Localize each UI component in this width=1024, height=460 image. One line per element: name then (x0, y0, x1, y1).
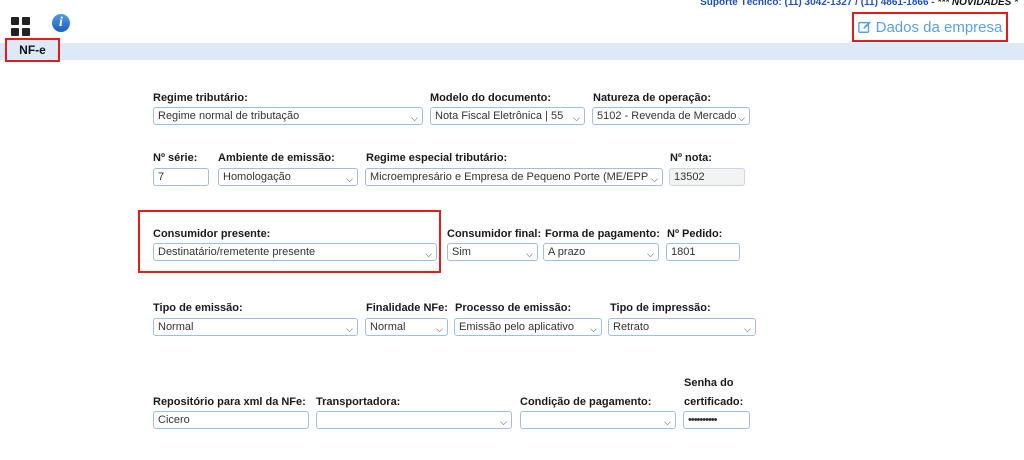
finalidade-select[interactable]: Normal ⌵ (365, 318, 448, 336)
modelo-select[interactable]: Nota Fiscal Eletrônica | 55 ⌵ (430, 107, 585, 125)
impressao-label: Tipo de impressão: (610, 302, 711, 314)
chevron-down-icon: ⌵ (744, 324, 751, 334)
especial-select[interactable]: Microempresário e Empresa de Pequeno Por… (365, 168, 663, 186)
dados-empresa-label: Dados da empresa (875, 18, 1003, 36)
consumidor-value: Destinatário/remetente presente (158, 246, 316, 258)
chevron-down-icon: ⌵ (411, 113, 418, 123)
header-bar (0, 43, 1024, 60)
forma-select[interactable]: A prazo ⌵ (543, 243, 659, 261)
support-contact: Suporte Técnico: (11) 3042-1327 / (11) 4… (700, 0, 1018, 8)
regime-label: Regime tributário: (153, 92, 248, 104)
final-select[interactable]: Sim ⌵ (447, 243, 538, 261)
especial-label: Regime especial tributário: (366, 152, 508, 164)
tipo-label: Tipo de emissão: (153, 302, 243, 314)
final-value: Sim (452, 246, 471, 258)
chevron-down-icon: ⌵ (346, 174, 353, 184)
final-label: Consumidor final: (447, 228, 542, 240)
modelo-label: Modelo do documento: (430, 92, 551, 104)
processo-label: Processo de emissão: (455, 302, 572, 314)
info-icon[interactable]: i (52, 14, 70, 32)
chevron-down-icon: ⌵ (500, 417, 507, 427)
natureza-select[interactable]: 5102 - Revenda de Mercado ⌵ (592, 107, 750, 125)
consumidor-label: Consumidor presente: (153, 228, 271, 240)
novidades-link[interactable]: *** NOVIDADES * (937, 0, 1018, 8)
forma-value: A prazo (548, 246, 586, 258)
finalidade-label: Finalidade NFe: (366, 302, 448, 314)
chevron-down-icon: ⌵ (573, 113, 580, 123)
repo-label: Repositório para xml da NFe: (153, 396, 306, 408)
transp-label: Transportadora: (316, 396, 401, 408)
impressao-select[interactable]: Retrato ⌵ (608, 318, 756, 336)
serie-label: Nº série: (153, 152, 198, 164)
ambiente-label: Ambiente de emissão: (218, 152, 335, 164)
consumidor-highlight (138, 210, 441, 273)
tab-nfe[interactable]: NF-e (5, 38, 60, 62)
chevron-down-icon: ⌵ (664, 417, 671, 427)
pedido-label: Nº Pedido: (667, 228, 723, 240)
tipo-select[interactable]: Normal ⌵ (153, 318, 358, 336)
tipo-value: Normal (158, 321, 194, 333)
finalidade-value: Normal (370, 321, 406, 333)
modelo-value: Nota Fiscal Eletrônica | 55 (435, 110, 564, 122)
nota-input[interactable]: 13502 (669, 168, 745, 186)
pedido-input[interactable]: 1801 (666, 243, 740, 261)
senha-label-line1: Senha do (684, 377, 734, 389)
cond-select[interactable]: ⌵ (520, 411, 676, 429)
senha-input[interactable]: •••••••••• (683, 411, 750, 429)
ambiente-select[interactable]: Homologação ⌵ (218, 168, 358, 186)
chevron-down-icon: ⌵ (526, 249, 533, 259)
consumidor-select[interactable]: Destinatário/remetente presente ⌵ (153, 243, 437, 261)
transp-select[interactable]: ⌵ (316, 411, 512, 429)
processo-select[interactable]: Emissão pelo aplicativo ⌵ (454, 318, 602, 336)
chevron-down-icon: ⌵ (651, 174, 658, 184)
cond-label: Condição de pagamento: (520, 396, 652, 408)
chevron-down-icon: ⌵ (436, 324, 443, 334)
chevron-down-icon: ⌵ (647, 249, 654, 259)
especial-value: Microempresário e Empresa de Pequeno Por… (370, 171, 649, 183)
ambiente-value: Homologação (223, 171, 291, 183)
natureza-label: Natureza de operação: (593, 92, 711, 104)
regime-select[interactable]: Regime normal de tributação ⌵ (153, 107, 423, 125)
processo-value: Emissão pelo aplicativo (459, 321, 574, 333)
grid-icon[interactable] (11, 17, 31, 37)
chevron-down-icon: ⌵ (590, 324, 597, 334)
nota-label: Nº nota: (670, 152, 712, 164)
chevron-down-icon: ⌵ (425, 249, 432, 259)
impressao-value: Retrato (613, 321, 650, 333)
edit-icon (857, 21, 871, 33)
forma-label: Forma de pagamento: (545, 228, 660, 240)
natureza-value: 5102 - Revenda de Mercado (597, 110, 737, 122)
chevron-down-icon: ⌵ (738, 113, 745, 123)
dados-empresa-link[interactable]: Dados da empresa (852, 12, 1008, 42)
support-text: Suporte Técnico: (11) 3042-1327 / (11) 4… (700, 0, 938, 8)
chevron-down-icon: ⌵ (346, 324, 353, 334)
senha-label-line2: certificado: (684, 396, 744, 408)
regime-value: Regime normal de tributação (158, 110, 300, 122)
serie-input[interactable]: 7 (153, 168, 209, 186)
repo-input[interactable]: Cicero (153, 411, 309, 429)
